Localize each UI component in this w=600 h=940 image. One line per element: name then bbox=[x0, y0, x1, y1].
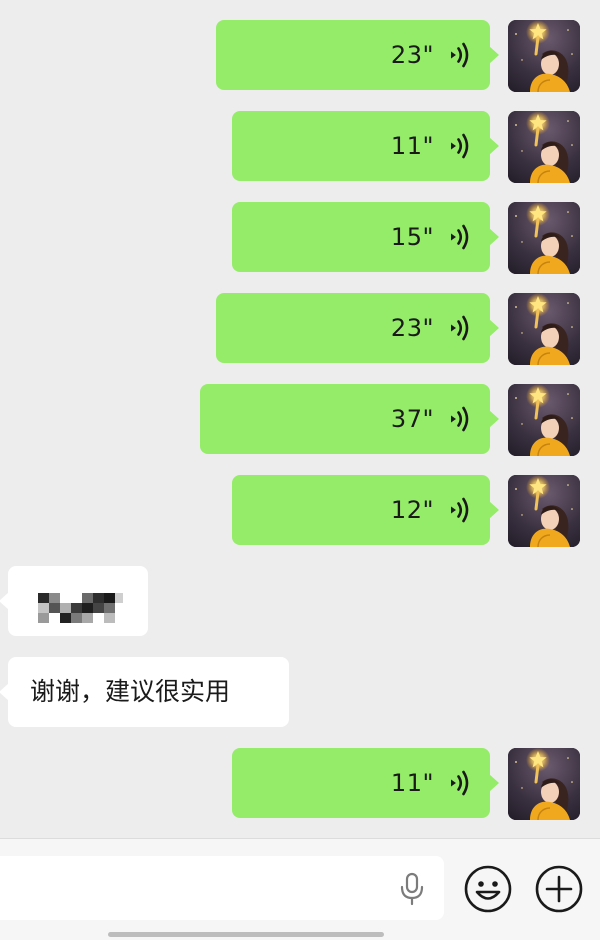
voice-duration: 15" bbox=[390, 223, 434, 251]
voice-message-bubble[interactable]: 15" bbox=[232, 202, 499, 272]
avatar[interactable] bbox=[508, 111, 580, 183]
voice-duration: 23" bbox=[390, 314, 434, 342]
voice-message-bubble[interactable]: 12" bbox=[232, 475, 499, 545]
voice-duration: 37" bbox=[390, 405, 434, 433]
voice-wave-icon bbox=[448, 404, 470, 434]
input-bar bbox=[0, 838, 600, 940]
avatar[interactable] bbox=[508, 20, 580, 92]
voice-message-bubble[interactable]: 23" bbox=[216, 20, 499, 90]
voice-message-bubble[interactable]: 11" bbox=[232, 748, 499, 818]
home-indicator bbox=[108, 932, 384, 937]
message-text: 谢谢，建议很实用 bbox=[30, 677, 231, 706]
voice-message-bubble[interactable]: 11" bbox=[232, 111, 499, 181]
voice-message-bubble[interactable]: 23" bbox=[216, 293, 499, 363]
voice-wave-icon bbox=[448, 222, 470, 252]
voice-wave-icon bbox=[448, 768, 470, 798]
voice-duration: 11" bbox=[390, 132, 434, 160]
voice-duration: 12" bbox=[390, 496, 434, 524]
voice-message-bubble[interactable]: 37" bbox=[200, 384, 499, 454]
microphone-icon[interactable] bbox=[398, 872, 426, 906]
emoji-icon[interactable] bbox=[462, 863, 514, 915]
chat-history[interactable]: 23" 11" 15" 23" 37" 12" 谢谢，建议很实用 11" bbox=[0, 0, 600, 838]
voice-duration: 11" bbox=[390, 769, 434, 797]
avatar[interactable] bbox=[508, 384, 580, 456]
voice-wave-icon bbox=[448, 131, 470, 161]
incoming-message-bubble[interactable]: 谢谢，建议很实用 bbox=[0, 657, 289, 727]
avatar[interactable] bbox=[508, 748, 580, 820]
incoming-message-bubble[interactable] bbox=[0, 566, 148, 636]
voice-duration: 23" bbox=[390, 41, 434, 69]
redacted-text-mosaic bbox=[38, 593, 123, 623]
plus-icon[interactable] bbox=[533, 863, 585, 915]
voice-wave-icon bbox=[448, 495, 470, 525]
avatar[interactable] bbox=[508, 202, 580, 274]
avatar[interactable] bbox=[508, 475, 580, 547]
message-input[interactable] bbox=[0, 856, 444, 920]
voice-wave-icon bbox=[448, 40, 470, 70]
avatar[interactable] bbox=[508, 293, 580, 365]
voice-wave-icon bbox=[448, 313, 470, 343]
